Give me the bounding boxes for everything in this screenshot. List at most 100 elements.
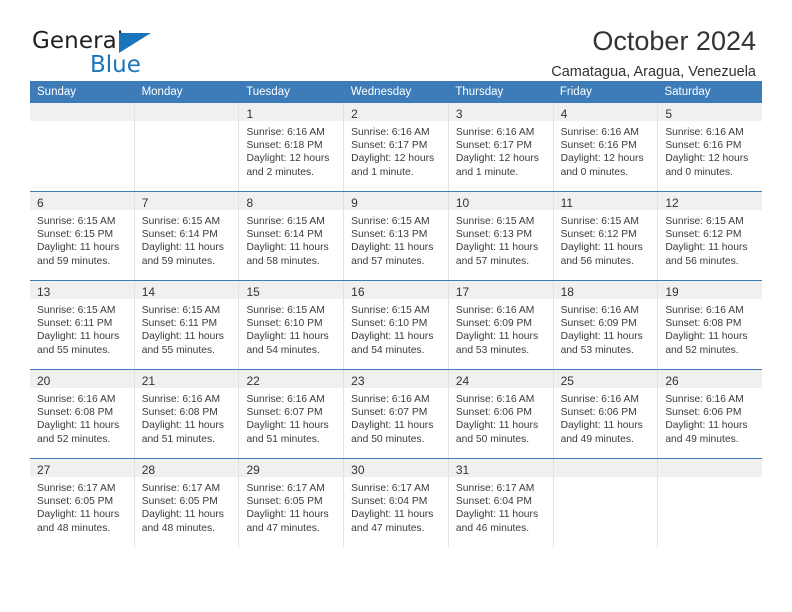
daylight-text: Daylight: 11 hours and 54 minutes. [246, 331, 329, 356]
daylight-text: Daylight: 12 hours and 0 minutes. [665, 153, 749, 178]
sunrise-text: Sunrise: 6:16 AM [37, 394, 116, 405]
calendar-day-cell[interactable]: 24 Sunrise: 6:16 AM Sunset: 6:06 PM Dayl… [448, 370, 554, 458]
calendar-day-cell[interactable]: 6 Sunrise: 6:15 AM Sunset: 6:15 PM Dayli… [30, 192, 135, 280]
day-number: 16 [351, 285, 365, 299]
day-info: Sunrise: 6:15 AM Sunset: 6:13 PM Dayligh… [344, 210, 448, 274]
sunrise-text: Sunrise: 6:16 AM [455, 127, 535, 138]
calendar-week-row: 1 Sunrise: 6:16 AM Sunset: 6:18 PM Dayli… [30, 103, 763, 191]
day-info: Sunrise: 6:15 AM Sunset: 6:10 PM Dayligh… [344, 299, 448, 363]
calendar-day-cell[interactable]: 21 Sunrise: 6:16 AM Sunset: 6:08 PM Dayl… [134, 370, 240, 458]
logo-text-blue: Blue [90, 52, 141, 78]
calendar-day-cell[interactable]: 4 Sunrise: 6:16 AM Sunset: 6:16 PM Dayli… [553, 103, 659, 191]
calendar-day-cell[interactable]: 23 Sunrise: 6:16 AM Sunset: 6:07 PM Dayl… [344, 370, 449, 458]
day-number: 31 [455, 463, 470, 477]
day-number: 4 [560, 107, 568, 121]
logo-triangle-icon [119, 33, 151, 53]
calendar-day-cell[interactable]: 12 Sunrise: 6:15 AM Sunset: 6:12 PM Dayl… [658, 192, 763, 280]
day-number: 28 [141, 463, 156, 477]
calendar-day-cell[interactable]: 1 Sunrise: 6:16 AM Sunset: 6:18 PM Dayli… [239, 103, 345, 191]
calendar-day-cell[interactable]: 29 Sunrise: 6:17 AM Sunset: 6:05 PM Dayl… [239, 459, 345, 547]
day-number-band: 15 [239, 281, 344, 299]
calendar-day-cell[interactable]: 14 Sunrise: 6:15 AM Sunset: 6:11 PM Dayl… [134, 281, 240, 369]
daylight-text: Daylight: 11 hours and 57 minutes. [351, 242, 434, 267]
day-number: 30 [351, 463, 365, 477]
sunset-text: Sunset: 6:04 PM [455, 496, 533, 508]
sunset-text: Sunset: 6:05 PM [246, 496, 323, 508]
day-number: 18 [560, 285, 574, 299]
calendar-day-cell[interactable]: 19 Sunrise: 6:16 AM Sunset: 6:08 PM Dayl… [658, 281, 763, 369]
calendar-day-cell[interactable]: 10 Sunrise: 6:15 AM Sunset: 6:13 PM Dayl… [448, 192, 554, 280]
day-number-band [658, 459, 763, 477]
daylight-text: Daylight: 11 hours and 55 minutes. [141, 331, 224, 356]
day-info [554, 477, 658, 488]
sunset-text: Sunset: 6:16 PM [560, 140, 637, 152]
sunrise-text: Sunrise: 6:15 AM [455, 216, 535, 227]
calendar-day-cell[interactable]: 8 Sunrise: 6:15 AM Sunset: 6:14 PM Dayli… [239, 192, 345, 280]
day-number: 26 [665, 374, 679, 388]
page-header: General Blue October 2024 Camatagua, Ara… [0, 0, 792, 80]
calendar-day-cell[interactable]: 13 Sunrise: 6:15 AM Sunset: 6:11 PM Dayl… [30, 281, 135, 369]
day-number-band: 30 [344, 459, 448, 477]
day-number-band: 23 [344, 370, 448, 388]
calendar-day-cell[interactable]: 2 Sunrise: 6:16 AM Sunset: 6:17 PM Dayli… [344, 103, 449, 191]
daylight-text: Daylight: 11 hours and 48 minutes. [37, 509, 120, 534]
daylight-text: Daylight: 11 hours and 52 minutes. [37, 420, 120, 445]
calendar-day-cell[interactable]: 31 Sunrise: 6:17 AM Sunset: 6:04 PM Dayl… [448, 459, 554, 547]
daylight-text: Daylight: 12 hours and 0 minutes. [560, 153, 644, 178]
day-info: Sunrise: 6:16 AM Sunset: 6:07 PM Dayligh… [344, 388, 448, 452]
sunrise-text: Sunrise: 6:15 AM [141, 216, 221, 227]
day-number: 15 [246, 285, 260, 299]
day-number: 14 [141, 285, 156, 299]
calendar-day-cell[interactable]: 9 Sunrise: 6:15 AM Sunset: 6:13 PM Dayli… [344, 192, 449, 280]
calendar-day-cell[interactable]: 30 Sunrise: 6:17 AM Sunset: 6:04 PM Dayl… [344, 459, 449, 547]
daylight-text: Daylight: 11 hours and 55 minutes. [37, 331, 120, 356]
generalblue-logo[interactable]: General Blue [30, 26, 170, 78]
day-number-band: 4 [553, 103, 658, 121]
calendar-day-cell[interactable]: 16 Sunrise: 6:15 AM Sunset: 6:10 PM Dayl… [344, 281, 449, 369]
calendar-day-cell[interactable]: 17 Sunrise: 6:16 AM Sunset: 6:09 PM Dayl… [448, 281, 554, 369]
calendar-day-cell[interactable]: 7 Sunrise: 6:15 AM Sunset: 6:14 PM Dayli… [134, 192, 240, 280]
day-number-band: 28 [134, 459, 239, 477]
sunset-text: Sunset: 6:08 PM [141, 407, 218, 419]
calendar-day-cell[interactable]: 26 Sunrise: 6:16 AM Sunset: 6:06 PM Dayl… [658, 370, 763, 458]
calendar-day-cell[interactable]: 27 Sunrise: 6:17 AM Sunset: 6:05 PM Dayl… [30, 459, 135, 547]
weekday-header-friday: Friday [559, 86, 592, 98]
sunset-text: Sunset: 6:12 PM [665, 229, 742, 241]
day-number: 1 [246, 107, 254, 121]
calendar-day-cell[interactable]: 5 Sunrise: 6:16 AM Sunset: 6:16 PM Dayli… [658, 103, 763, 191]
calendar-day-cell[interactable]: 20 Sunrise: 6:16 AM Sunset: 6:08 PM Dayl… [30, 370, 135, 458]
weekday-header-monday: Monday [141, 86, 183, 98]
day-number-band: 16 [344, 281, 448, 299]
calendar-day-cell[interactable]: 18 Sunrise: 6:16 AM Sunset: 6:09 PM Dayl… [553, 281, 659, 369]
daylight-text: Daylight: 11 hours and 53 minutes. [560, 331, 643, 356]
weekday-header-tuesday: Tuesday [246, 86, 290, 98]
calendar-day-cell[interactable]: 11 Sunrise: 6:15 AM Sunset: 6:12 PM Dayl… [553, 192, 659, 280]
day-number-band: 18 [553, 281, 658, 299]
day-number: 6 [37, 196, 44, 210]
day-number-band: 1 [239, 103, 344, 121]
calendar-day-cell[interactable]: 15 Sunrise: 6:15 AM Sunset: 6:10 PM Dayl… [239, 281, 345, 369]
sunset-text: Sunset: 6:08 PM [37, 407, 114, 419]
sunrise-text: Sunrise: 6:15 AM [141, 305, 221, 316]
day-info: Sunrise: 6:16 AM Sunset: 6:07 PM Dayligh… [239, 388, 343, 452]
calendar-day-cell[interactable]: 28 Sunrise: 6:17 AM Sunset: 6:05 PM Dayl… [134, 459, 240, 547]
day-number-band: 31 [448, 459, 553, 477]
sunset-text: Sunset: 6:14 PM [141, 229, 218, 241]
sunrise-text: Sunrise: 6:16 AM [455, 305, 535, 316]
sunrise-text: Sunrise: 6:15 AM [560, 216, 640, 227]
day-number-band: 29 [239, 459, 344, 477]
day-number: 13 [37, 285, 51, 299]
day-number: 19 [665, 285, 679, 299]
calendar-day-cell[interactable]: 25 Sunrise: 6:16 AM Sunset: 6:06 PM Dayl… [553, 370, 659, 458]
calendar-day-cell[interactable]: 22 Sunrise: 6:16 AM Sunset: 6:07 PM Dayl… [239, 370, 345, 458]
day-info: Sunrise: 6:16 AM Sunset: 6:08 PM Dayligh… [30, 388, 134, 452]
daylight-text: Daylight: 11 hours and 49 minutes. [665, 420, 748, 445]
sunset-text: Sunset: 6:04 PM [351, 496, 428, 508]
sunset-text: Sunset: 6:14 PM [246, 229, 323, 241]
day-info: Sunrise: 6:15 AM Sunset: 6:12 PM Dayligh… [658, 210, 762, 274]
day-number: 17 [455, 285, 470, 299]
calendar-day-cell[interactable]: 3 Sunrise: 6:16 AM Sunset: 6:17 PM Dayli… [448, 103, 554, 191]
daylight-text: Daylight: 11 hours and 48 minutes. [141, 509, 224, 534]
day-number-band [30, 103, 134, 121]
daylight-text: Daylight: 11 hours and 54 minutes. [351, 331, 434, 356]
